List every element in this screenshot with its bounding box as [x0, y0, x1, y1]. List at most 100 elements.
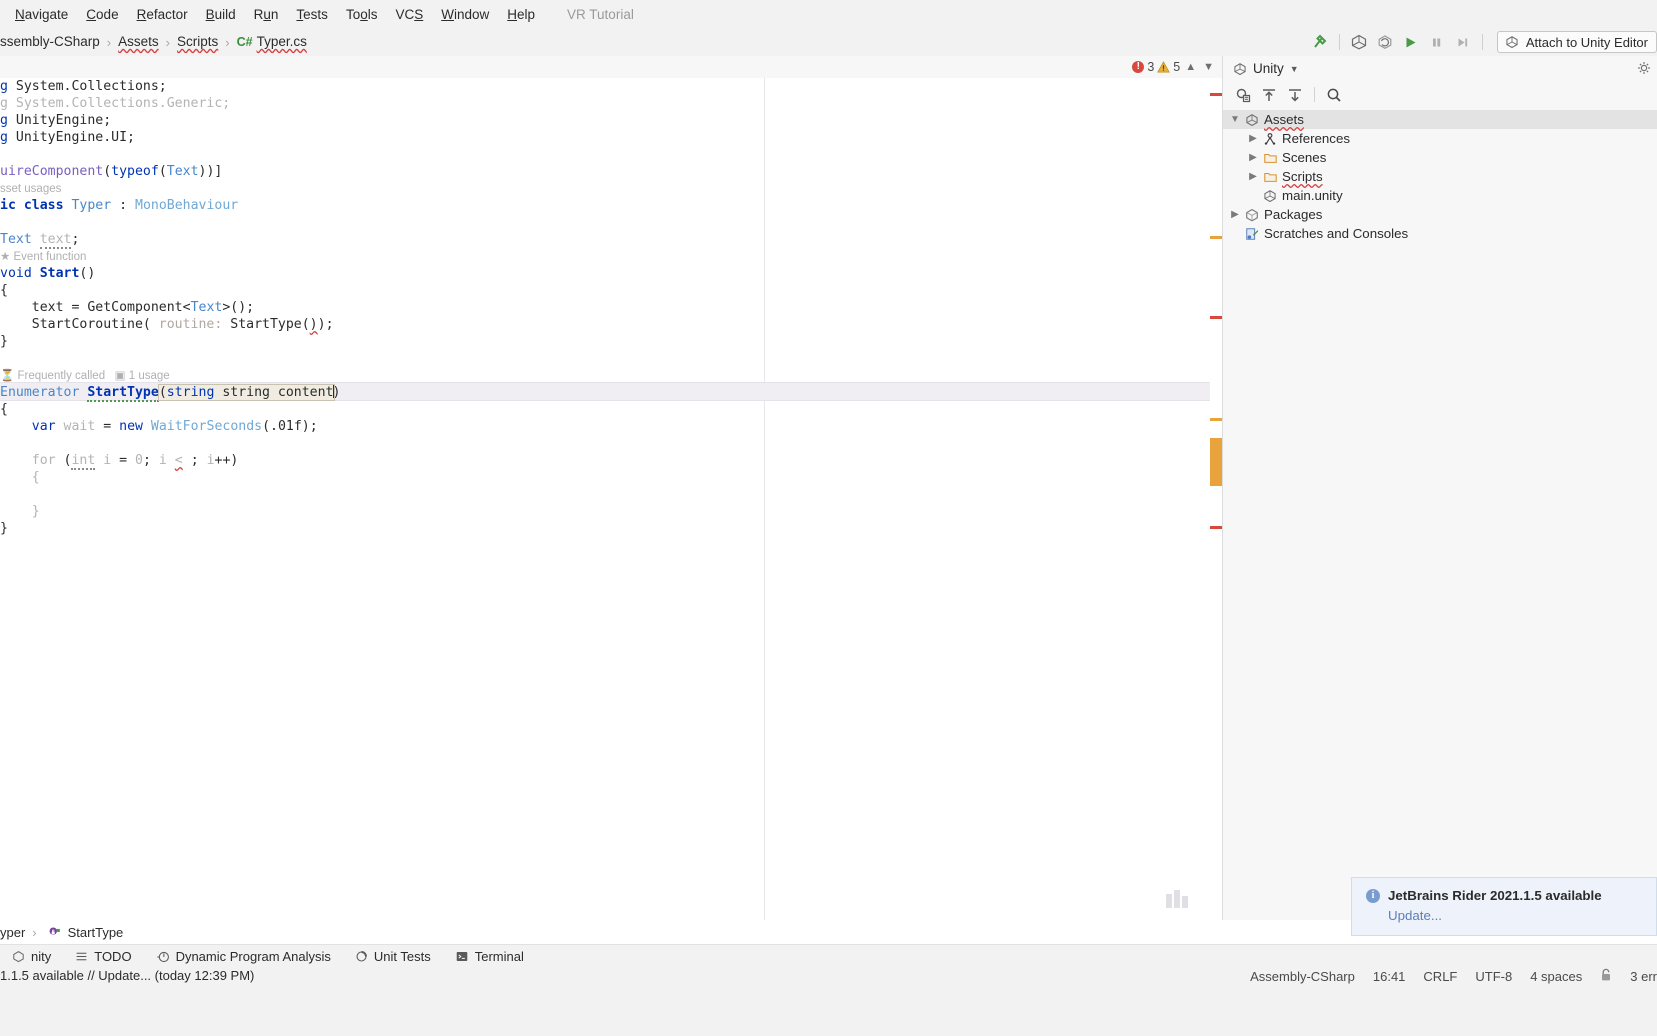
- csharp-file-icon: C#: [236, 35, 253, 49]
- breadcrumb-scripts[interactable]: Scripts: [177, 34, 218, 50]
- menu-item-tools[interactable]: Tools: [337, 5, 387, 24]
- code-text-area[interactable]: g System.Collections; g System.Collection…: [0, 78, 1222, 920]
- tool-window-terminal[interactable]: Terminal: [443, 946, 536, 968]
- unity-logo-icon: [1506, 36, 1518, 49]
- menu-item-help[interactable]: Help: [498, 5, 544, 24]
- tree-node-main-unity[interactable]: main.unity: [1223, 186, 1657, 205]
- folder-icon: [1261, 170, 1279, 184]
- code-editor[interactable]: ! 3 5 ▲ ▼ g System.Collections; g System.…: [0, 56, 1222, 920]
- status-solution-config[interactable]: Assembly-CSharp: [1250, 969, 1355, 984]
- toolbar-divider: [1481, 34, 1483, 50]
- pause-icon[interactable]: [1424, 30, 1450, 54]
- inspection-marker[interactable]: [1210, 93, 1222, 96]
- menu-item-run[interactable]: Run: [245, 5, 288, 24]
- chevron-right-icon[interactable]: ▶: [1245, 133, 1261, 144]
- build-icon[interactable]: [1307, 30, 1333, 54]
- lock-icon[interactable]: [1600, 968, 1612, 985]
- status-caret-position[interactable]: 16:41: [1373, 969, 1406, 984]
- inspection-marker[interactable]: [1210, 316, 1222, 319]
- chevron-right-icon[interactable]: ▶: [1245, 152, 1261, 163]
- toolbar-divider: [1338, 34, 1340, 50]
- code-line: uireComponent(typeof(Text))]: [0, 164, 223, 179]
- notification-balloon[interactable]: i JetBrains Rider 2021.1.5 available Upd…: [1351, 877, 1657, 936]
- project-name-widget[interactable]: VR Tutorial: [558, 5, 643, 24]
- inspection-marker[interactable]: [1210, 236, 1222, 239]
- tool-window-unit-tests[interactable]: Unit Tests: [343, 946, 443, 968]
- breadcrumb-assets-label: Assets: [118, 34, 159, 49]
- menu-item-tests[interactable]: Tests: [287, 5, 337, 24]
- gear-icon[interactable]: [1637, 61, 1651, 78]
- chevron-right-icon[interactable]: ▶: [1227, 209, 1243, 220]
- menu-item-vcs[interactable]: VCS: [386, 5, 432, 24]
- error-count-label: 3: [1147, 60, 1155, 74]
- menu-item-refactor[interactable]: Refactor: [128, 5, 197, 24]
- rider-ide-window: NNavigateavigate Code Refactor Build Run…: [0, 0, 1657, 1036]
- code-line: for (int i = 0; i < ; i++): [31, 453, 239, 470]
- breadcrumb-file-label: Typer.cs: [256, 34, 307, 49]
- tree-node-assets[interactable]: ▼ Assets: [1223, 110, 1657, 129]
- locate-in-unity-icon[interactable]: [1231, 84, 1255, 106]
- tree-node-label: Scratches and Consoles: [1264, 226, 1409, 241]
- notification-header: i JetBrains Rider 2021.1.5 available: [1352, 878, 1656, 903]
- breadcrumb-method-label[interactable]: StartType: [68, 925, 124, 940]
- folder-icon: [1261, 151, 1279, 165]
- tree-node-label: Assets: [1264, 112, 1304, 127]
- status-message[interactable]: 1.1.5 available // Update... (today 12:3…: [0, 968, 254, 983]
- code-line: g UnityEngine;: [0, 113, 112, 128]
- run-icon[interactable]: [1398, 30, 1424, 54]
- import-icon[interactable]: [1283, 84, 1307, 106]
- chevron-up-icon[interactable]: ▲: [1183, 61, 1198, 73]
- unity-reload-icon[interactable]: [1372, 30, 1398, 54]
- gauge-icon: [156, 951, 169, 962]
- export-icon[interactable]: [1257, 84, 1281, 106]
- breadcrumb-separator: ›: [165, 34, 170, 50]
- method-icon: [46, 925, 64, 939]
- notification-title: JetBrains Rider 2021.1.5 available: [1388, 888, 1602, 903]
- unity-logo-icon: [13, 951, 24, 963]
- menu-item-window[interactable]: Window: [432, 5, 498, 24]
- chevron-down-icon[interactable]: ▼: [1290, 64, 1299, 74]
- inspection-widget[interactable]: ! 3 5 ▲ ▼: [1132, 58, 1216, 76]
- breadcrumb-assets[interactable]: Assets: [118, 34, 159, 50]
- scrollbar-thumb[interactable]: [1210, 438, 1222, 486]
- tree-node-label: Packages: [1264, 207, 1323, 222]
- breadcrumb-class-label[interactable]: yper: [0, 925, 25, 940]
- unity-asset-tree[interactable]: ▼ Assets ▶ References ▶ Scenes ▶ Scripts main.un…: [1223, 108, 1657, 243]
- inspection-marker[interactable]: [1210, 526, 1222, 529]
- tool-window-unit-tests-label: Unit Tests: [373, 949, 431, 964]
- status-error-count[interactable]: 3 err: [1630, 969, 1657, 984]
- tool-window-dynamic-program-analysis[interactable]: Dynamic Program Analysis: [144, 946, 343, 968]
- chevron-right-icon[interactable]: ▶: [1245, 171, 1261, 182]
- attach-to-unity-editor-button[interactable]: Attach to Unity Editor: [1496, 31, 1657, 53]
- code-line: }: [31, 504, 40, 519]
- menu-item-navigate[interactable]: NNavigateavigate: [6, 5, 77, 24]
- inspection-marker[interactable]: [1210, 418, 1222, 421]
- tool-window-unity[interactable]: nity: [0, 946, 63, 968]
- tree-node-scripts[interactable]: ▶ Scripts: [1223, 167, 1657, 186]
- status-line-separator[interactable]: CRLF: [1423, 969, 1457, 984]
- tree-node-references[interactable]: ▶ References: [1223, 129, 1657, 148]
- step-icon[interactable]: [1450, 30, 1476, 54]
- status-indent-setting[interactable]: 4 spaces: [1530, 969, 1582, 984]
- menu-item-code[interactable]: Code: [77, 5, 127, 24]
- breadcrumb-project[interactable]: ssembly-CSharp: [0, 34, 100, 50]
- tree-node-scratches-and-consoles[interactable]: Scratches and Consoles: [1223, 224, 1657, 243]
- status-file-encoding[interactable]: UTF-8: [1475, 969, 1512, 984]
- breadcrumb-separator: ›: [106, 34, 112, 50]
- notification-update-link[interactable]: Update...: [1352, 903, 1656, 923]
- unity-refresh-icon[interactable]: [1346, 30, 1372, 54]
- editor-marker-gutter[interactable]: [1210, 78, 1222, 920]
- chevron-down-icon[interactable]: ▼: [1201, 61, 1216, 73]
- tree-node-packages[interactable]: ▶ Packages: [1223, 205, 1657, 224]
- code-line: {: [0, 402, 8, 417]
- chevron-down-icon[interactable]: ▼: [1227, 114, 1243, 125]
- menu-item-build[interactable]: Build: [197, 5, 245, 24]
- code-line: void Start(): [0, 266, 96, 281]
- search-icon[interactable]: [1322, 84, 1346, 106]
- tree-node-scenes[interactable]: ▶ Scenes: [1223, 148, 1657, 167]
- tool-window-todo[interactable]: TODO: [63, 946, 143, 968]
- code-line: g UnityEngine.UI;: [0, 130, 135, 145]
- code-line: text = GetComponent<Text>();: [0, 300, 255, 315]
- breadcrumb-file[interactable]: C# Typer.cs: [237, 34, 307, 50]
- tree-node-label: References: [1282, 131, 1350, 146]
